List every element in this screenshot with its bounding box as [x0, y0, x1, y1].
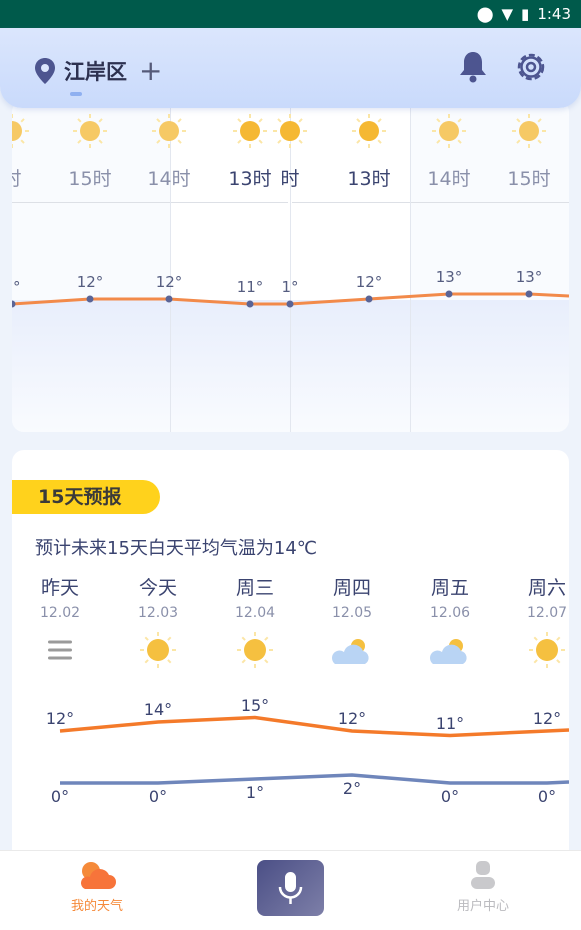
nav-label: 用户中心 — [456, 899, 509, 914]
hour-point — [12, 300, 16, 308]
city-name: 江岸区 — [64, 59, 127, 84]
sun-icon — [152, 114, 186, 148]
location-pin-icon — [35, 57, 55, 84]
microphone-icon — [278, 872, 303, 904]
nav-user-center[interactable]: 用户中心 — [423, 851, 543, 914]
add-city-button[interactable]: + — [139, 54, 162, 87]
nav-my-weather[interactable]: 我的天气 — [37, 851, 157, 914]
battery-icon: ▮ — [521, 5, 530, 23]
sun-icon — [140, 632, 176, 668]
sun-icon — [432, 114, 466, 148]
hour-point — [525, 290, 533, 298]
hourly-forecast-card[interactable]: 时1°15时12°14时12°13时11°时1°13时12°14时13°15时1… — [12, 100, 569, 432]
daily-temp-chart — [48, 632, 569, 785]
bell-icon[interactable] — [458, 50, 488, 84]
status-bar: ⬤ ▼ ▮ 1:43 — [0, 0, 581, 28]
sun-icon — [529, 632, 565, 668]
bottom-nav: 我的天气 用户中心 — [0, 850, 581, 930]
status-time: 1:43 — [537, 5, 571, 23]
settings-icon[interactable] — [515, 50, 547, 84]
header: 江岸区 + — [0, 28, 581, 108]
city-selector[interactable]: 江岸区 + — [34, 54, 162, 87]
user-icon — [471, 861, 495, 889]
page-indicator — [70, 92, 82, 96]
hour-point — [365, 295, 373, 303]
location-icon: ⬤ — [476, 5, 494, 23]
sun-icon — [352, 114, 386, 148]
hourly-temp-chart — [12, 114, 569, 308]
partly-cloudy-icon — [430, 639, 467, 664]
hour-point — [286, 300, 294, 308]
wifi-icon: ▼ — [501, 5, 514, 23]
haze-icon — [48, 640, 72, 660]
sun-icon — [237, 632, 273, 668]
sun-icon — [512, 114, 546, 148]
cloud-sun-icon — [81, 862, 116, 889]
hour-point — [86, 295, 94, 303]
voice-button[interactable] — [257, 860, 324, 916]
low-temp-line — [60, 773, 569, 785]
sun-icon — [233, 114, 267, 148]
partly-cloudy-icon — [332, 639, 369, 664]
sun-icon — [273, 114, 307, 148]
sun-icon — [12, 114, 29, 148]
hour-point — [165, 295, 173, 303]
high-temp-line — [59, 715, 569, 738]
sun-icon — [73, 114, 107, 148]
15day-forecast-card[interactable]: 15天预报 预计未来15天白天平均气温为14℃ 昨天 12.02 12° 0° 今天 12… — [12, 450, 569, 870]
hour-point — [246, 300, 254, 308]
nav-label: 我的天气 — [70, 899, 123, 914]
hour-point — [445, 290, 453, 298]
